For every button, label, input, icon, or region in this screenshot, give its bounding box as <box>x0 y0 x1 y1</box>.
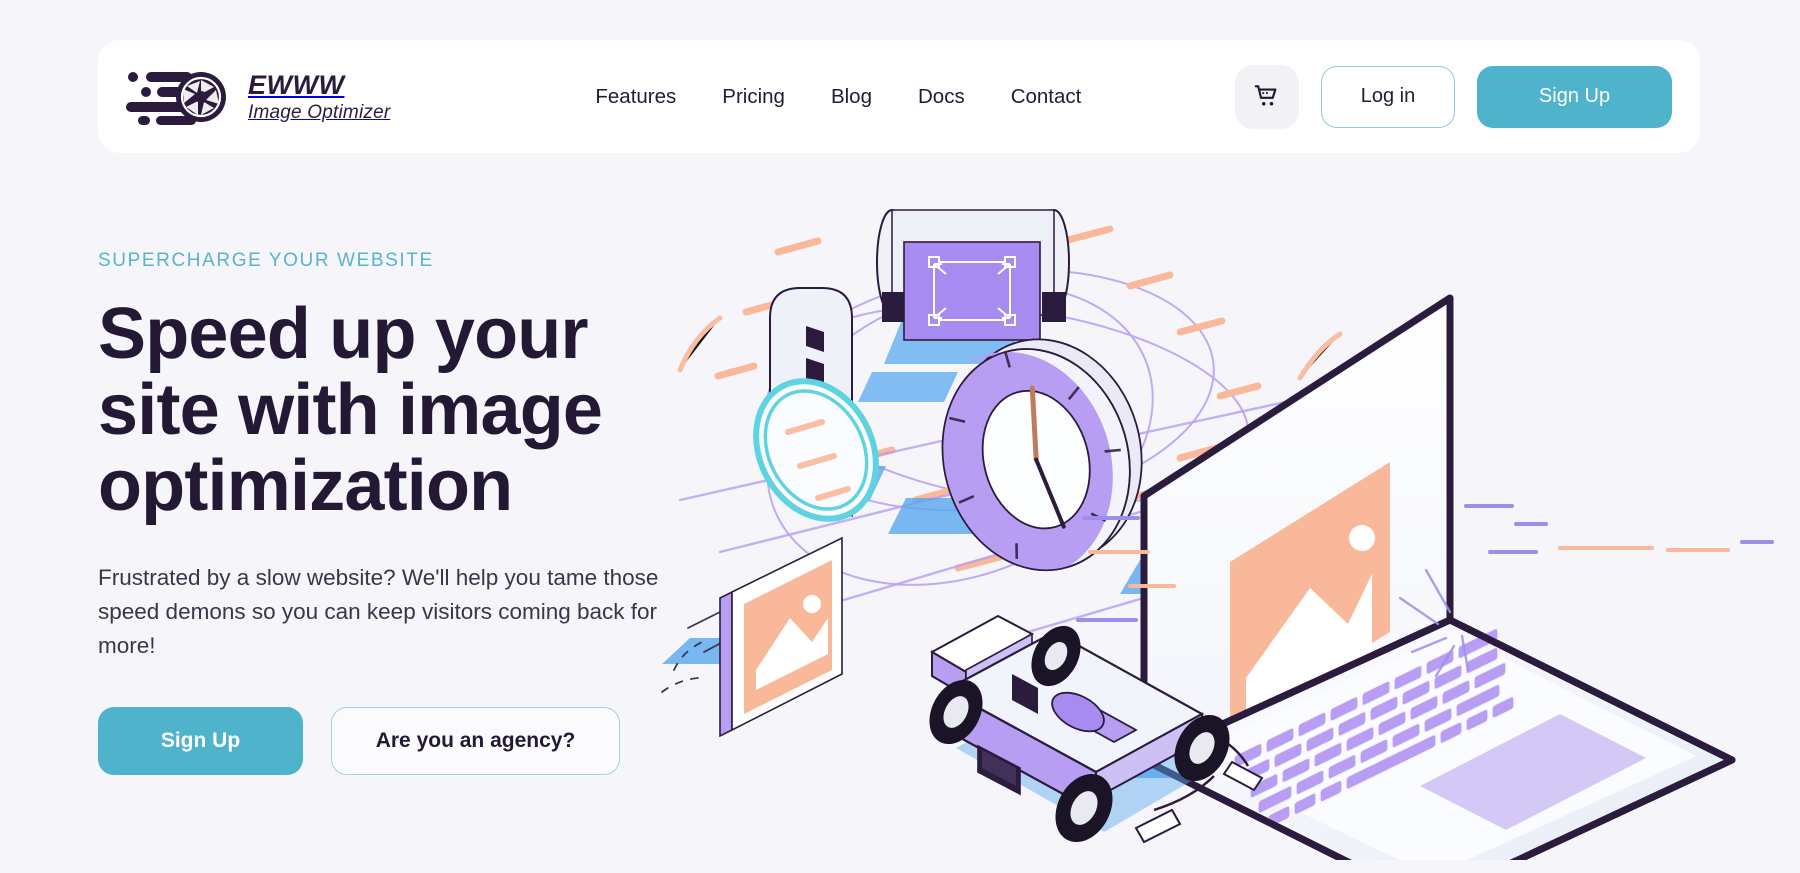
nav-item-contact[interactable]: Contact <box>1011 85 1082 109</box>
hero-paragraph: Frustrated by a slow website? We'll help… <box>98 564 659 659</box>
header-signup-button[interactable]: Sign Up <box>1477 65 1672 128</box>
speed-aperture-icon <box>124 68 234 126</box>
landing-page: EWWW Image Optimizer Features Pricing Bl… <box>0 0 1800 873</box>
brand-title: EWWW <box>248 69 345 100</box>
hero-content: SUPERCHARGE YOUR WEBSITE Speed up your s… <box>98 250 738 776</box>
brand-logo[interactable]: EWWW Image Optimizer <box>124 68 390 126</box>
cart-button[interactable] <box>1235 64 1299 129</box>
main-navigation: Features Pricing Blog Docs Contact <box>595 85 1081 109</box>
nav-item-features[interactable]: Features <box>595 85 676 109</box>
hero-signup-button[interactable]: Sign Up <box>98 707 303 776</box>
isometric-speed-optimization-illustration <box>660 200 1790 860</box>
nav-item-docs[interactable]: Docs <box>918 85 965 109</box>
flying-image-card <box>661 536 843 738</box>
nav-item-pricing[interactable]: Pricing <box>722 85 785 109</box>
hero-eyebrow: SUPERCHARGE YOUR WEBSITE <box>98 250 434 271</box>
data-stream-dashes <box>1464 504 1774 554</box>
brand-subtitle: Image Optimizer <box>248 101 391 123</box>
header-actions: Log in Sign Up <box>1235 64 1672 129</box>
hero-agency-button[interactable]: Are you an agency? <box>331 707 620 776</box>
hero-title: Speed up your site with image optimizati… <box>98 294 603 526</box>
hero-cta-group: Sign Up Are you an agency? <box>98 707 738 776</box>
crop-resize-panel <box>876 209 1070 341</box>
login-button[interactable]: Log in <box>1321 65 1455 128</box>
shopping-cart-icon <box>1252 80 1282 113</box>
site-header: EWWW Image Optimizer Features Pricing Bl… <box>98 40 1700 153</box>
brand-text: EWWW Image Optimizer <box>248 69 391 123</box>
nav-item-blog[interactable]: Blog <box>831 85 872 109</box>
